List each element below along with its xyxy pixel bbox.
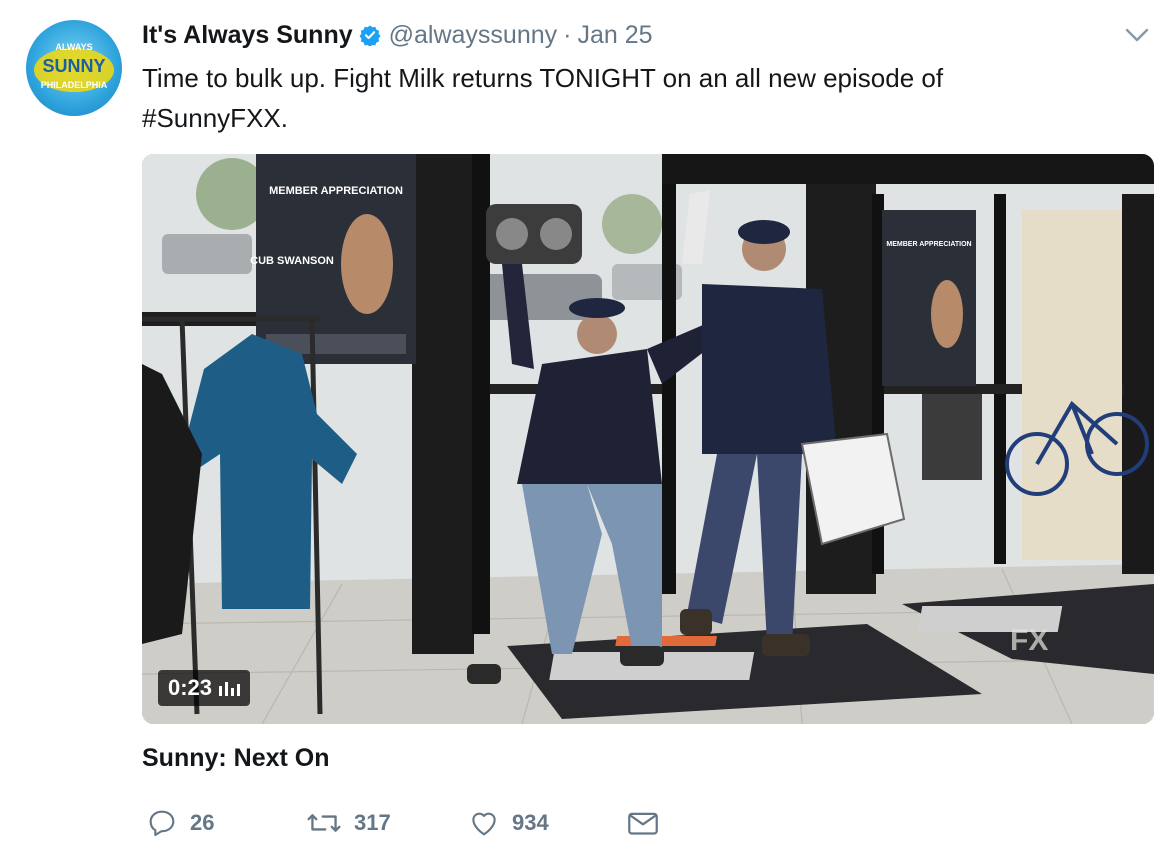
separator-dot: ·	[563, 20, 572, 49]
bar-stats-icon	[219, 682, 241, 696]
video-frame: MEMBER APPRECIATION CUB SWANSON MEMBER A…	[142, 154, 1154, 724]
show-logo: ALWAYS SUNNY PHILADELPHIA	[34, 42, 114, 92]
heart-icon	[472, 812, 496, 836]
tweet-date[interactable]: Jan 25	[577, 21, 652, 50]
like-count: 934	[512, 810, 549, 835]
svg-text:MEMBER APPRECIATION: MEMBER APPRECIATION	[269, 185, 403, 197]
chevron-down-icon[interactable]	[1124, 26, 1150, 49]
reply-icon	[149, 810, 175, 837]
logo-word-1: ALWAYS	[55, 42, 92, 52]
video-player[interactable]: MEMBER APPRECIATION CUB SWANSON MEMBER A…	[142, 154, 1154, 724]
user-handle[interactable]: @alwayssunny	[389, 21, 558, 50]
trash-can	[922, 394, 982, 480]
verified-badge-icon	[359, 24, 381, 46]
video-duration-badge: 0:23	[158, 670, 251, 706]
retweet-button[interactable]: 317	[306, 804, 391, 842]
logo-word-3: PHILADELPHIA	[41, 80, 108, 90]
direct-message-button[interactable]	[626, 804, 660, 842]
member-appreciation-poster: MEMBER APPRECIATION CUB SWANSON	[250, 154, 416, 364]
avatar[interactable]: ALWAYS SUNNY PHILADELPHIA	[26, 20, 122, 116]
like-button[interactable]: 934	[468, 804, 549, 842]
svg-text:CUB SWANSON: CUB SWANSON	[250, 255, 334, 267]
reply-button[interactable]: 26	[146, 804, 214, 842]
display-name[interactable]: It's Always Sunny	[142, 21, 353, 50]
logo-word-2: SUNNY	[42, 56, 105, 76]
tweet-hashtag[interactable]: #SunnyFXX.	[142, 98, 1102, 138]
fx-watermark: FX	[1010, 624, 1048, 657]
tweet-text: Time to bulk up. Fight Milk returns TONI…	[142, 58, 1102, 138]
video-title[interactable]: Sunny: Next On	[142, 744, 330, 773]
retweet-icon	[307, 814, 341, 832]
retweet-count: 317	[354, 810, 391, 835]
reply-count: 26	[190, 810, 215, 835]
video-duration: 0:23	[168, 675, 213, 700]
envelope-icon	[628, 812, 658, 835]
svg-text:MEMBER APPRECIATION: MEMBER APPRECIATION	[886, 241, 971, 248]
tweet-header: It's Always Sunny @alwayssunny · Jan 25	[142, 18, 653, 52]
member-appreciation-poster-2: MEMBER APPRECIATION	[882, 210, 976, 386]
tweet-text-line-1: Time to bulk up. Fight Milk returns TONI…	[142, 63, 944, 93]
